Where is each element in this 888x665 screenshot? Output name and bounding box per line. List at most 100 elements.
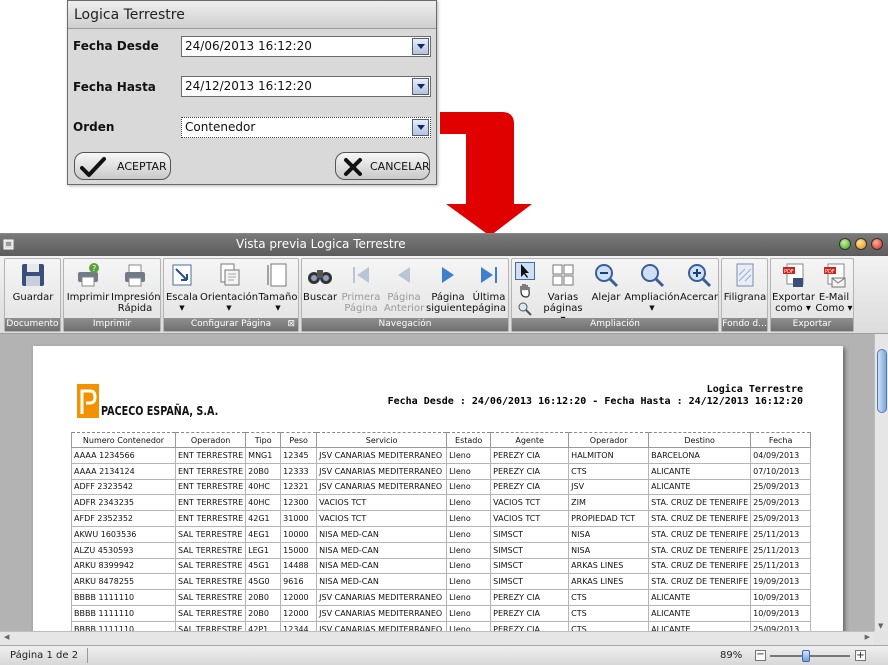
- orientacion-button[interactable]: Orientación ▼: [200, 261, 258, 314]
- table-cell: ALZU 4530593: [71, 541, 176, 559]
- svg-text:PDF: PDF: [825, 269, 835, 275]
- zoom-tool-button[interactable]: [517, 301, 533, 317]
- escala-button[interactable]: Escala ▼: [164, 261, 200, 314]
- chevron-down-icon[interactable]: [412, 38, 429, 55]
- cursor-arrow-icon: [521, 264, 529, 278]
- email-como-button[interactable]: PDF E-Mail Como ▾: [814, 261, 854, 314]
- cancelar-button[interactable]: CANCELAR: [335, 152, 430, 180]
- column-header: Fecha: [750, 432, 812, 448]
- table-row: AKWU 1603536 SAL TERRESTRE 4EG1 10000 NISA M…: [71, 525, 812, 543]
- guardar-button[interactable]: Guardar: [11, 261, 55, 303]
- alejar-button[interactable]: Alejar: [588, 261, 624, 303]
- orden-combo[interactable]: Contenedor: [181, 117, 431, 138]
- table-cell: JSV CANARIAS MEDITERRANEO: [316, 620, 448, 631]
- table-row: AAAA 2134124 ENT TERRESTRE 20B0 12333 JSV CA…: [71, 462, 812, 480]
- fecha-hasta-combo[interactable]: 24/12/2013 16:12:20: [181, 76, 431, 97]
- table-cell: ALICANTE: [648, 589, 752, 606]
- guardar-label: Guardar: [12, 292, 54, 303]
- vertical-scrollbar[interactable]: ▼: [874, 334, 888, 631]
- table-cell: SIMSCT: [490, 525, 570, 543]
- table-cell: JSV CANARIAS MEDITERRANEO: [316, 447, 448, 464]
- table-cell: 12321: [280, 478, 318, 496]
- hand-tool-button[interactable]: [517, 282, 533, 298]
- table-cell: 42P1: [245, 620, 282, 631]
- group-ampliacion-label: Ampliación: [512, 318, 718, 331]
- table-cell: 12300: [280, 494, 318, 512]
- table-cell: 19/09/2013: [750, 573, 812, 591]
- table-cell: ADFR 2343235: [71, 494, 176, 512]
- horizontal-scrollbar[interactable]: ◀ ▶: [0, 631, 874, 645]
- aceptar-button[interactable]: ACEPTAR: [74, 152, 171, 180]
- filigrana-button[interactable]: Filigrana: [723, 261, 767, 303]
- red-arrow-icon: [440, 112, 532, 236]
- pointer-tool-button[interactable]: [515, 262, 535, 280]
- tamano-button[interactable]: Tamaño ▼: [258, 261, 298, 314]
- group-imprimir-label: Imprimir: [64, 318, 160, 331]
- table-cell: NISA MED-CAN: [316, 557, 448, 575]
- impresion-rapida-button[interactable]: Impresión Rápida: [111, 261, 161, 314]
- filigrana-label: Filigrana: [723, 292, 767, 303]
- ultima-label-2: página: [471, 303, 507, 314]
- fecha-desde-label: Fecha Desde: [73, 39, 159, 53]
- zoom-in-button[interactable]: +: [855, 650, 866, 661]
- pagina-siguiente-button[interactable]: Página siguiente: [426, 261, 472, 314]
- ultima-pagina-button[interactable]: Última página: [470, 261, 508, 314]
- column-header: Numero Contenedor: [71, 432, 176, 448]
- varias-paginas-button[interactable]: Varias páginas ▾: [540, 261, 586, 325]
- imprimir-label: Imprimir: [66, 292, 110, 303]
- table-cell: PEREZY CIA: [490, 620, 570, 631]
- primera-pagina-button[interactable]: Primera Página: [340, 261, 382, 314]
- chevron-down-icon[interactable]: [412, 78, 429, 95]
- column-header: Tipo: [245, 432, 282, 448]
- table-cell: PEREZY CIA: [490, 447, 570, 464]
- preview-window: Vista previa Logica Terrestre Guardar Do…: [0, 233, 888, 665]
- table-cell: MNG1: [245, 447, 282, 464]
- imprimir-button[interactable]: ? Imprimir: [66, 261, 110, 303]
- fecha-desde-combo[interactable]: 24/06/2013 16:12:20: [181, 36, 431, 57]
- ampliacion-button[interactable]: Ampliación ▼: [624, 261, 680, 314]
- report-table: Numero Contenedor Operadon Tipo Peso Ser…: [71, 432, 812, 631]
- impresion-rapida-label-1: Impresión: [111, 292, 161, 303]
- chevron-down-icon: ▼: [649, 304, 655, 312]
- close-window-button[interactable]: [871, 238, 883, 250]
- table-cell: 40HC: [245, 494, 282, 512]
- exportar-como-button[interactable]: PDF Exportar como ▾: [772, 261, 815, 314]
- alejar-label: Alejar: [591, 292, 621, 303]
- table-cell: SAL TERRESTRE: [174, 541, 247, 559]
- scroll-down-arrow-icon[interactable]: ▼: [878, 622, 883, 630]
- table-cell: 12333: [280, 462, 318, 480]
- table-cell: PEREZY CIA: [490, 589, 570, 606]
- minimize-button[interactable]: [839, 238, 851, 250]
- table-cell: 42G1: [245, 510, 282, 527]
- table-cell: SIMSCT: [490, 557, 570, 575]
- table-cell: STA. CRUZ DE TENERIFE: [648, 510, 752, 527]
- zoom-slider-thumb[interactable]: [802, 650, 811, 662]
- acercar-label: Acercar: [680, 292, 718, 303]
- report-title: Logica Terrestre: [706, 384, 803, 395]
- table-cell: Lleno: [446, 510, 492, 527]
- scroll-right-arrow-icon[interactable]: ▶: [865, 633, 870, 641]
- chevron-down-icon[interactable]: [412, 119, 429, 136]
- vertical-scroll-thumb[interactable]: [877, 349, 887, 413]
- pagina-anterior-button[interactable]: Página Anterior: [382, 261, 426, 314]
- document-preview-area[interactable]: PACECO ESPAÑA, S.A. Logica Terrestre Fec…: [0, 334, 874, 631]
- zoom-out-icon: [595, 264, 619, 288]
- table-cell: CTS: [568, 589, 650, 606]
- acercar-button[interactable]: Acercar: [680, 261, 718, 303]
- table-cell: ENT TERRESTRE: [174, 494, 247, 512]
- table-cell: Lleno: [446, 620, 492, 631]
- zoom-slider[interactable]: [770, 650, 850, 662]
- zoom-out-button[interactable]: −: [755, 650, 766, 661]
- company-name: PACECO ESPAÑA, S.A.: [101, 404, 219, 418]
- maximize-button[interactable]: [855, 238, 867, 250]
- table-cell: ALICANTE: [648, 604, 752, 622]
- buscar-button[interactable]: Buscar: [303, 261, 337, 303]
- table-cell: ARKU 8399942: [71, 557, 176, 575]
- dialog-launcher-icon[interactable]: ⊠: [287, 318, 295, 331]
- table-row: ARKU 8399942 SAL TERRESTRE 45G1 14488 NISA M…: [71, 557, 812, 575]
- table-cell: PEREZY CIA: [490, 478, 570, 496]
- table-row: ARKU 8478255 SAL TERRESTRE 45G0 9616 NISA ME…: [71, 573, 812, 591]
- dialog-title: Logica Terrestre: [68, 1, 436, 29]
- table-cell: 12000: [280, 604, 318, 622]
- scroll-left-arrow-icon[interactable]: ◀: [4, 633, 9, 641]
